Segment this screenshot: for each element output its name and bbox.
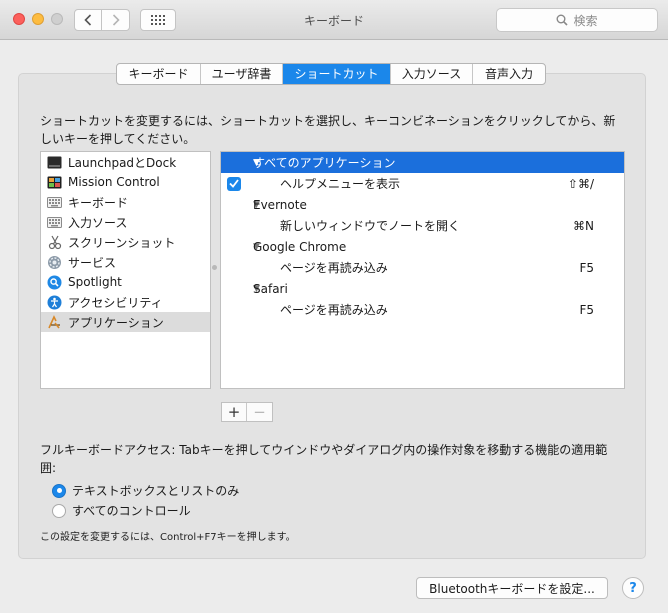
radio-button[interactable] — [52, 503, 66, 518]
group-label: Safari — [253, 281, 288, 296]
shortcut-keys[interactable]: ⌘N — [573, 219, 594, 233]
shortcut-row[interactable]: ヘルプメニューを表示 ⇧⌘/ — [221, 173, 624, 194]
shortcut-name: 新しいウィンドウでノートを開く — [280, 219, 461, 233]
shortcut-list: ▼ すべてのアプリケーション ヘルプメニューを表示 ⇧⌘/ ▼ Evernote… — [220, 151, 625, 389]
shortcut-keys[interactable]: F5 — [579, 303, 594, 317]
radio-label: すべてのコントロール — [72, 504, 191, 518]
category-list: LaunchpadとDock Mission Control キーボード 入力ソ… — [40, 151, 211, 389]
disclosure-triangle-icon[interactable]: ▼ — [221, 200, 260, 210]
group-label: Google Chrome — [253, 239, 347, 254]
accessibility-icon — [47, 295, 62, 310]
category-label: アクセシビリティ — [68, 295, 163, 310]
shortcut-enabled-checkbox[interactable] — [227, 176, 241, 191]
search-input[interactable]: 検索 — [496, 8, 658, 32]
split-view-handle[interactable] — [212, 265, 217, 270]
group-evernote[interactable]: ▼ Evernote — [221, 194, 624, 215]
add-shortcut-button[interactable]: + — [222, 403, 247, 421]
category-accessibility[interactable]: アクセシビリティ — [41, 292, 210, 312]
category-label: キーボード — [68, 195, 129, 210]
shortcut-name: ページを再読み込み — [280, 261, 388, 275]
remove-shortcut-button[interactable]: − — [247, 403, 272, 421]
gear-icon — [47, 255, 62, 270]
category-label: Spotlight — [68, 275, 122, 289]
category-keyboard[interactable]: キーボード — [41, 192, 210, 212]
category-services[interactable]: サービス — [41, 252, 210, 272]
disclosure-triangle-icon[interactable]: ▼ — [221, 284, 260, 294]
disclosure-triangle-icon[interactable]: ▼ — [221, 158, 260, 168]
category-screenshots[interactable]: スクリーンショット — [41, 232, 210, 252]
shortcut-row[interactable]: 新しいウィンドウでノートを開く ⌘N — [221, 215, 624, 236]
radio-text-boxes-lists[interactable]: テキストボックスとリストのみ — [52, 482, 239, 499]
category-applications[interactable]: アプリケーション — [41, 312, 210, 332]
full-keyboard-access-label: フルキーボードアクセス: Tabキーを押してウインドウやダイアログ内の操作対象を… — [40, 443, 608, 475]
category-spotlight[interactable]: Spotlight — [41, 272, 210, 292]
tab-keyboard[interactable]: キーボード — [117, 64, 201, 84]
tab-shortcuts[interactable]: ショートカット — [283, 64, 391, 84]
category-launchpad-dock[interactable]: LaunchpadとDock — [41, 152, 210, 172]
radio-button-selected[interactable] — [52, 483, 66, 498]
control-f7-note: この設定を変更するには、Control+F7キーを押します。 — [40, 532, 296, 543]
category-label: Mission Control — [68, 175, 160, 189]
tab-user-dictionary[interactable]: ユーザ辞書 — [201, 64, 283, 84]
tab-input-sources[interactable]: 入力ソース — [391, 64, 473, 84]
category-label: スクリーンショット — [68, 235, 176, 250]
input-source-icon — [47, 215, 62, 230]
search-placeholder: 検索 — [573, 13, 598, 28]
shortcut-row[interactable]: ページを再読み込み F5 — [221, 257, 624, 278]
shortcut-row[interactable]: ページを再読み込み F5 — [221, 299, 624, 320]
screenshot-icon — [47, 235, 62, 250]
disclosure-triangle-icon[interactable]: ▼ — [221, 242, 260, 252]
checkmark-icon — [229, 179, 239, 188]
shortcut-name: ページを再読み込み — [280, 303, 388, 317]
group-label: Evernote — [253, 197, 307, 212]
setup-bluetooth-keyboard-button[interactable]: Bluetoothキーボードを設定... — [416, 577, 608, 599]
group-label: すべてのアプリケーション — [253, 156, 396, 170]
group-google-chrome[interactable]: ▼ Google Chrome — [221, 236, 624, 257]
launchpad-icon — [47, 155, 62, 170]
category-label: 入力ソース — [68, 215, 128, 230]
spotlight-icon — [47, 275, 62, 290]
app-store-icon — [47, 314, 62, 330]
help-button[interactable]: ? — [622, 577, 644, 599]
keyboard-icon — [47, 195, 62, 210]
instruction-text: ショートカットを変更するには、ショートカットを選択し、キーコンビネーションをクリ… — [40, 114, 616, 146]
radio-label: テキストボックスとリストのみ — [72, 484, 240, 498]
category-input-sources[interactable]: 入力ソース — [41, 212, 210, 232]
search-icon — [556, 14, 569, 26]
shortcut-keys[interactable]: F5 — [579, 261, 594, 275]
category-label: サービス — [68, 255, 117, 270]
category-label: アプリケーション — [68, 315, 164, 330]
radio-all-controls[interactable]: すべてのコントロール — [52, 502, 191, 519]
add-remove-control: + − — [221, 402, 273, 422]
title-bar: キーボード 検索 — [0, 0, 668, 40]
tab-dictation[interactable]: 音声入力 — [473, 64, 545, 84]
category-label: LaunchpadとDock — [68, 155, 177, 170]
group-all-applications[interactable]: ▼ すべてのアプリケーション — [221, 152, 624, 173]
mission-control-icon — [47, 175, 62, 190]
tab-bar: キーボード ユーザ辞書 ショートカット 入力ソース 音声入力 — [116, 63, 546, 85]
shortcut-keys[interactable]: ⇧⌘/ — [568, 177, 594, 191]
shortcut-name: ヘルプメニューを表示 — [280, 177, 401, 191]
group-safari[interactable]: ▼ Safari — [221, 278, 624, 299]
category-mission-control[interactable]: Mission Control — [41, 172, 210, 192]
